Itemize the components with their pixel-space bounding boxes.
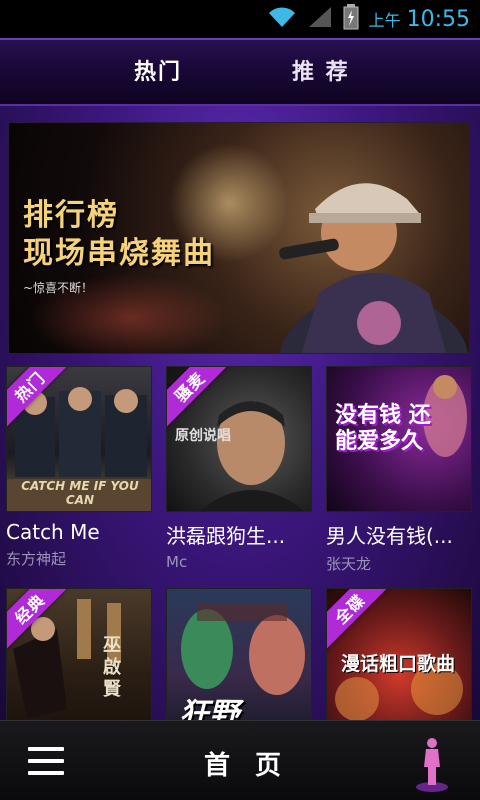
status-ampm: 上午	[368, 11, 401, 30]
album-cover: CATCH ME IF YOU CAN 热门	[6, 366, 152, 512]
album-cover: 没有钱 还能爱多久	[326, 366, 472, 512]
album-artist: Mc	[166, 553, 188, 571]
now-playing-icon[interactable]	[414, 733, 450, 793]
status-bar: 上午 10:55	[0, 0, 480, 38]
menu-icon[interactable]	[28, 747, 64, 775]
album-cover-text: 没有钱 还能爱多久	[335, 403, 431, 454]
album-cover-text: 巫啟賢	[103, 635, 121, 700]
album-artist: 东方神起	[6, 550, 67, 568]
banner-singer-image	[279, 183, 468, 353]
signal-icon	[307, 5, 333, 33]
album-cover: 原创说唱 骚麦	[166, 366, 312, 512]
banner-title: 排行榜 现场串烧舞曲	[23, 197, 215, 273]
album-cover: 巫啟賢 经典	[6, 588, 152, 720]
album-card[interactable]: CATCH ME IF YOU CAN 热门 Catch Me 东方神起	[6, 366, 152, 569]
nav-title: 首 页	[204, 751, 290, 781]
album-cover: 狂野	[166, 588, 312, 720]
album-card[interactable]: 巫啟賢 经典	[6, 588, 152, 720]
tab-hot[interactable]: 热门	[134, 54, 182, 86]
banner-title-line2: 现场串烧舞曲	[23, 236, 215, 271]
album-card[interactable]: 漫话粗口歌曲 全碟	[326, 588, 472, 720]
battery-icon	[343, 4, 359, 34]
album-cover-text: 狂野	[179, 697, 239, 720]
album-cover-text: 原创说唱	[175, 428, 231, 444]
banner-subtitle: ~惊喜不断！	[23, 281, 94, 295]
featured-banner[interactable]: 排行榜 现场串烧舞曲 ~惊喜不断！	[8, 122, 470, 354]
album-grid: CATCH ME IF YOU CAN 热门 Catch Me 东方神起 原创说…	[6, 366, 474, 720]
album-cover-text: 漫话粗口歌曲	[341, 653, 456, 675]
bottom-nav-bar: 首 页	[0, 720, 480, 800]
album-title: Catch Me	[6, 520, 100, 544]
top-tab-bar: 热门 推 荐	[0, 38, 480, 106]
album-card[interactable]: 原创说唱 骚麦 洪磊跟狗生... Mc	[166, 366, 312, 571]
album-card[interactable]: 狂野	[166, 588, 312, 720]
album-cover-text: CATCH ME IF YOU CAN	[21, 479, 139, 507]
album-card[interactable]: 没有钱 还能爱多久 男人没有钱(... 张天龙	[326, 366, 472, 574]
album-title: 洪磊跟狗生...	[166, 524, 286, 548]
album-artist: 张天龙	[326, 555, 372, 573]
banner-title-line1: 排行榜	[23, 198, 119, 233]
tab-recommended[interactable]: 推 荐	[292, 54, 350, 86]
wifi-icon	[267, 5, 297, 33]
status-clock: 10:55	[406, 6, 470, 32]
album-cover: 漫话粗口歌曲 全碟	[326, 588, 472, 720]
album-title: 男人没有钱(...	[326, 524, 453, 548]
